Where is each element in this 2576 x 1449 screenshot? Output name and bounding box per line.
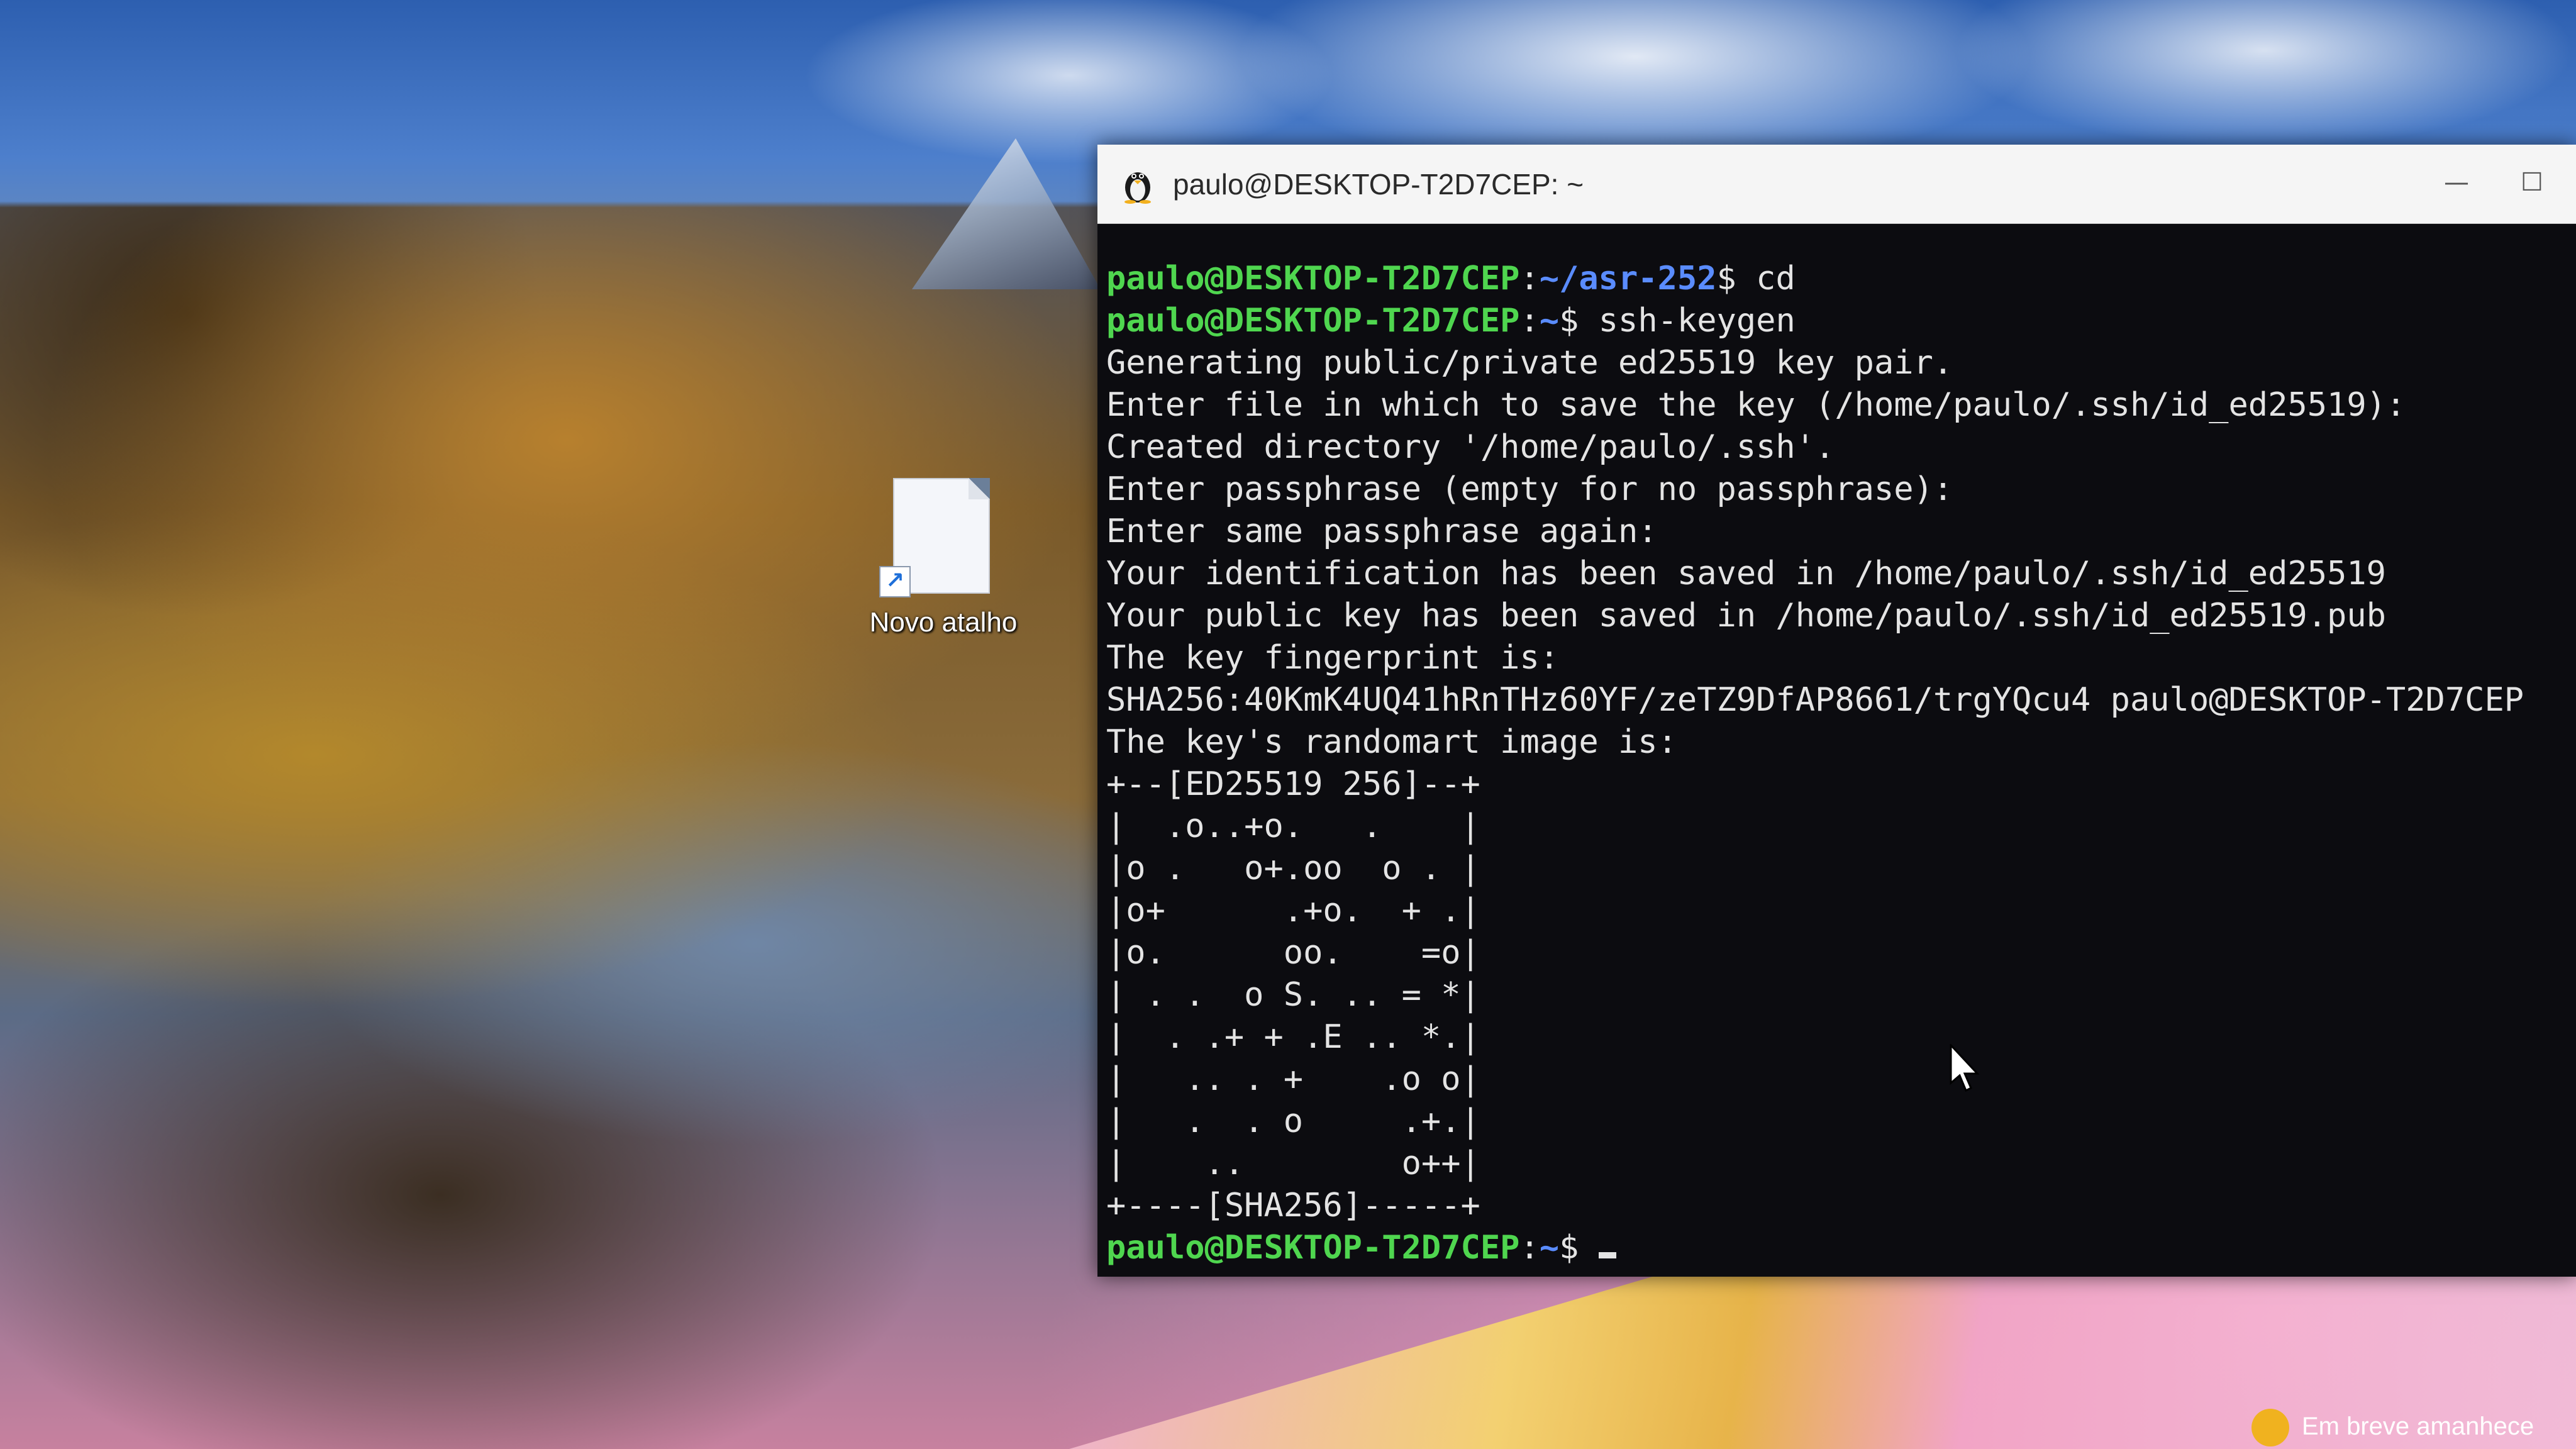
prompt-symbol: $ — [1716, 260, 1757, 297]
shortcut-arrow-icon: ↗ — [879, 566, 911, 597]
prompt-symbol: $ — [1559, 1229, 1599, 1267]
terminal-output-line: |o. oo. =o| — [1106, 934, 1480, 972]
terminal-output-line: +----[SHA256]-----+ — [1106, 1187, 1480, 1224]
mouse-pointer-icon — [1950, 1044, 1980, 1092]
terminal-output-line: | . .+ + .E .. *.| — [1106, 1018, 1480, 1056]
prompt-path: ~/asr-252 — [1539, 260, 1717, 297]
terminal-output-line: Created directory '/home/paulo/.ssh'. — [1106, 428, 1835, 466]
terminal-output-line: Your identification has been saved in /h… — [1106, 555, 2386, 592]
terminal-output-line: |o+ .+o. + .| — [1106, 892, 1480, 930]
terminal-output-line: | . . o .+.| — [1106, 1102, 1480, 1140]
terminal-output-line: Generating public/private ed25519 key pa… — [1106, 344, 1953, 382]
prompt-command: ssh-keygen — [1598, 302, 1796, 340]
terminal-prompt-line: paulo@DESKTOP-T2D7CEP:~$ — [1106, 1227, 2565, 1269]
terminal-output[interactable]: paulo@DESKTOP-T2D7CEP:~/asr-252$ cd paulo… — [1106, 258, 2565, 1267]
prompt-path: ~ — [1539, 1229, 1560, 1267]
terminal-prompt-line: paulo@DESKTOP-T2D7CEP:~/asr-252$ cd — [1106, 258, 2565, 300]
prompt-user: paulo@DESKTOP-T2D7CEP — [1106, 260, 1520, 297]
terminal-output-line: |o . o+.oo o . | — [1106, 850, 1480, 887]
terminal-output-line: Enter same passphrase again: — [1106, 513, 1658, 550]
terminal-output-line: Enter passphrase (empty for no passphras… — [1106, 470, 1953, 508]
prompt-separator: : — [1519, 1229, 1540, 1267]
prompt-command: cd — [1756, 260, 1796, 297]
prompt-symbol: $ — [1559, 302, 1599, 340]
terminal-output-line: | . . o S. .. = *| — [1106, 976, 1480, 1014]
prompt-user: paulo@DESKTOP-T2D7CEP — [1106, 302, 1520, 340]
terminal-prompt-line: paulo@DESKTOP-T2D7CEP:~$ ssh-keygen — [1106, 300, 2565, 342]
notification-text: Em breve amanhece — [2302, 1413, 2534, 1440]
prompt-user: paulo@DESKTOP-T2D7CEP — [1106, 1229, 1520, 1267]
sun-icon — [2251, 1409, 2289, 1446]
shortcut-label: Novo atalho — [869, 607, 1018, 638]
desktop-shortcut-novo-atalho[interactable]: ↗ Novo atalho — [843, 478, 1044, 654]
terminal-output-line: The key's randomart image is: — [1106, 723, 1677, 761]
minimize-button[interactable]: — — [2425, 164, 2488, 201]
maximize-button[interactable]: ☐ — [2501, 164, 2563, 201]
terminal-output-line: | .. o++| — [1106, 1145, 1480, 1182]
text-cursor — [1598, 1252, 1616, 1258]
prompt-separator: : — [1519, 302, 1540, 340]
prompt-separator: : — [1519, 260, 1540, 297]
tux-penguin-icon — [1124, 172, 1151, 204]
weather-notification[interactable]: Em breve amanhece — [2251, 1402, 2576, 1449]
terminal-output-line: | .o..+o. . | — [1106, 808, 1480, 845]
window-title: paulo@DESKTOP-T2D7CEP: ~ — [1173, 168, 1584, 201]
terminal-window[interactable]: paulo@DESKTOP-T2D7CEP: ~ — ☐ paulo@DESKT… — [1097, 145, 2576, 1277]
terminal-output-line: Your public key has been saved in /home/… — [1106, 597, 2386, 635]
prompt-path: ~ — [1539, 302, 1560, 340]
terminal-output-line: The key fingerprint is: — [1106, 639, 1560, 677]
terminal-output-line: Enter file in which to save the key (/ho… — [1106, 386, 2406, 424]
terminal-output-line: SHA256:40KmK4UQ41hRnTHz60YF/zeTZ9DfAP866… — [1106, 681, 2524, 719]
window-titlebar[interactable]: paulo@DESKTOP-T2D7CEP: ~ — ☐ — [1097, 145, 2576, 224]
terminal-output-line: | .. . + .o o| — [1106, 1060, 1480, 1098]
terminal-output-line: +--[ED25519 256]--+ — [1106, 765, 1480, 803]
